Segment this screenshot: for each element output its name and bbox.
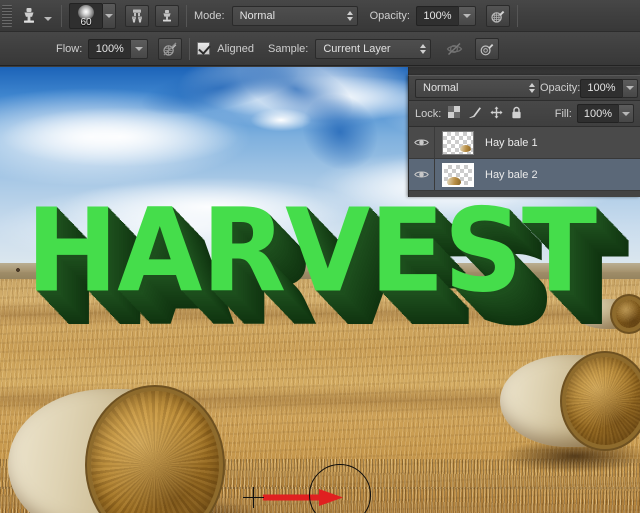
layer-fill-chevron-down-icon[interactable]: [618, 104, 634, 123]
layer-opacity-label: Opacity:: [540, 82, 580, 94]
layers-lock-row: Lock:: [409, 101, 640, 127]
opacity-control[interactable]: 100%: [416, 6, 476, 26]
divider: [186, 5, 187, 27]
layer-row-hay-bale-2[interactable]: Hay bale 2: [409, 159, 640, 191]
airbrush-pressure-icon[interactable]: [158, 38, 182, 60]
flow-input[interactable]: 100%: [88, 39, 130, 59]
lock-image-icon[interactable]: [468, 106, 482, 122]
divider: [61, 5, 62, 27]
clone-source-icon[interactable]: [155, 5, 179, 27]
layer-thumbnail[interactable]: [442, 131, 474, 155]
flow-chevron-down-icon[interactable]: [130, 39, 148, 59]
chevron-updown-icon: [347, 11, 353, 21]
hay-bale-left: [8, 389, 213, 513]
lock-position-icon[interactable]: [490, 106, 503, 122]
layers-blend-row: Normal Opacity: 100%: [409, 76, 640, 101]
tool-options-bar-secondary: Flow: 100% Aligned Sample: Current Layer: [0, 32, 640, 66]
layer-blend-mode-select[interactable]: Normal: [415, 79, 540, 98]
panel-tab-strip: [408, 67, 640, 75]
chevron-updown-icon: [529, 83, 535, 93]
clone-stamp-icon[interactable]: [16, 4, 42, 28]
hay-bale-right: [500, 355, 640, 447]
eye-icon: [414, 169, 429, 180]
brush-preset-chevron-down-icon[interactable]: [103, 3, 116, 29]
sample-label: Sample:: [268, 43, 308, 55]
blend-mode-select[interactable]: Normal: [232, 6, 358, 26]
opacity-label: Opacity:: [370, 10, 410, 22]
layers-panel: Normal Opacity: 100% Lock:: [408, 75, 640, 197]
airbrush-icon[interactable]: [486, 5, 510, 27]
sample-value: Current Layer: [323, 43, 390, 55]
mode-label: Mode:: [194, 10, 225, 22]
lock-label: Lock:: [415, 108, 441, 120]
layer-thumbnail[interactable]: [442, 163, 474, 187]
layer-row-hay-bale-1[interactable]: Hay bale 1: [409, 127, 640, 159]
options-bar-gripper[interactable]: [2, 5, 12, 27]
aligned-label: Aligned: [217, 43, 254, 55]
lock-all-icon[interactable]: [511, 106, 522, 122]
ignore-adjustment-layers-icon[interactable]: [442, 38, 466, 60]
brush-preset-picker[interactable]: 60: [69, 3, 103, 29]
layer-fill-control[interactable]: 100%: [577, 104, 634, 123]
opacity-chevron-down-icon[interactable]: [458, 6, 476, 26]
tool-options-bar-primary: 60 Mode: Normal: [0, 0, 640, 32]
layer-opacity-input[interactable]: 100%: [580, 79, 621, 98]
flow-control[interactable]: 100%: [88, 39, 148, 59]
layer-blend-mode-value: Normal: [423, 82, 458, 94]
chevron-updown-icon: [420, 44, 426, 54]
tablet-pressure-size-icon[interactable]: [475, 38, 499, 60]
divider: [189, 38, 190, 60]
layer-opacity-control[interactable]: 100%: [580, 79, 637, 98]
photoshop-window: 60 Mode: Normal: [0, 0, 640, 513]
harvest-3d-text: HARVEST: [26, 194, 596, 309]
tool-preset-chevron-down-icon[interactable]: [42, 4, 54, 28]
flow-label: Flow:: [56, 43, 82, 55]
eye-icon: [414, 137, 429, 148]
aligned-checkbox[interactable]: [197, 42, 210, 55]
opacity-input[interactable]: 100%: [416, 6, 458, 26]
sample-select[interactable]: Current Layer: [315, 39, 431, 59]
divider: [517, 5, 518, 27]
layer-name: Hay bale 2: [485, 169, 538, 181]
lock-transparency-icon[interactable]: [448, 106, 460, 121]
brush-size-value: 60: [80, 17, 91, 28]
layer-fill-input[interactable]: 100%: [577, 104, 618, 123]
blend-mode-value: Normal: [240, 10, 275, 22]
layer-visibility-toggle[interactable]: [409, 127, 435, 159]
brush-panel-icon[interactable]: [125, 5, 149, 27]
layer-opacity-chevron-down-icon[interactable]: [622, 79, 638, 98]
layer-visibility-toggle[interactable]: [409, 159, 435, 191]
layer-name: Hay bale 1: [485, 137, 538, 149]
clone-source-crosshair: [243, 487, 264, 508]
fill-label: Fill:: [555, 108, 572, 120]
